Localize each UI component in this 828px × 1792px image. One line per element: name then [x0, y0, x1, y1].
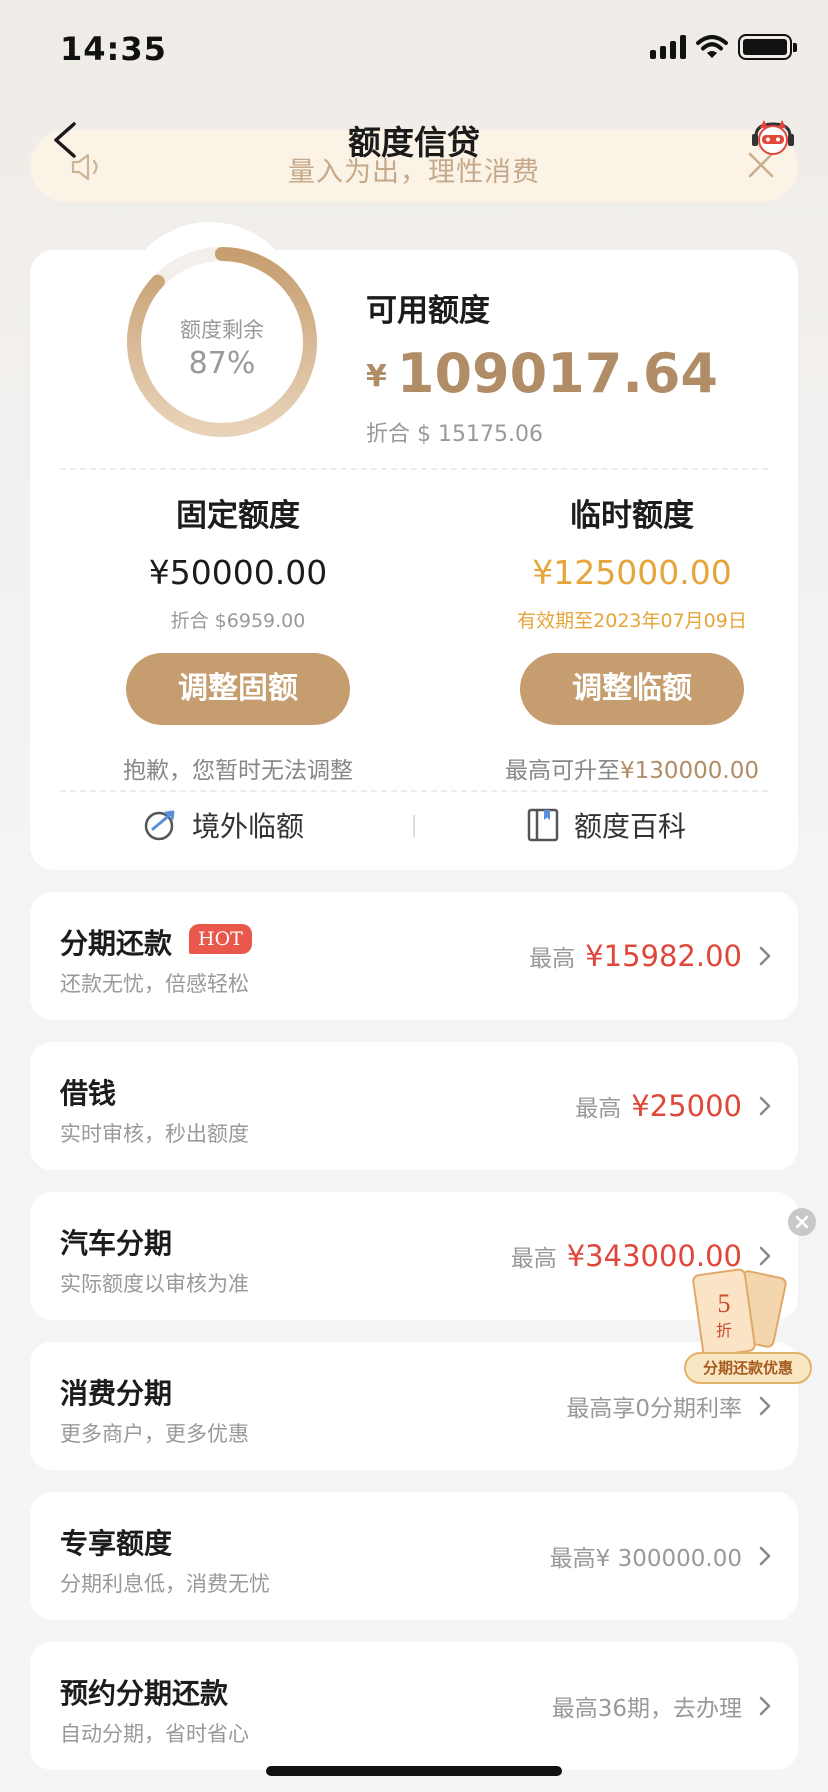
close-icon: [795, 1215, 809, 1229]
overseas-plane-icon: [144, 810, 175, 841]
scheduled-installment-row[interactable]: 预约分期还款 自动分期，省时省心 最高36期，去办理: [30, 1642, 798, 1770]
row-title: 专享额度: [60, 1527, 173, 1560]
cellular-signal-icon: [650, 35, 686, 59]
row-subtitle: 还款无忧，倍感轻松: [60, 972, 249, 996]
available-quota-title: 可用额度: [366, 293, 490, 329]
temp-quota-title: 临时额度: [570, 498, 694, 534]
row-title: 汽车分期: [60, 1227, 173, 1260]
links-separator: [413, 815, 415, 837]
row-value: 最高 ¥15982.00: [529, 939, 742, 973]
chevron-right-icon: [759, 946, 771, 966]
credit-quota-card: 额度剩余 87% 可用额度 ¥109017.64 折合 $ 15175.06 固…: [30, 222, 798, 870]
fixed-quota-column: 固定额度 ¥50000.00 折合 $6959.00 调整固额 抱歉，您暂时无法…: [98, 490, 378, 785]
exclusive-quota-row[interactable]: 专享额度 分期利息低，消费无忧 最高¥ 300000.00: [30, 1492, 798, 1620]
row-title: 分期还款: [60, 927, 173, 960]
overseas-temp-quota-label: 境外临额: [192, 810, 305, 843]
quota-wiki-link[interactable]: 额度百科: [526, 795, 686, 855]
overseas-temp-quota-link[interactable]: 境外临额: [142, 795, 304, 855]
coupon-number: 5: [718, 1289, 731, 1318]
fixed-quota-note: 抱歉，您暂时无法调整: [123, 758, 353, 784]
temp-quota-amount: ¥125000.00: [532, 553, 732, 592]
adjust-fixed-quota-button[interactable]: 调整固额: [126, 653, 350, 725]
promo-close-button[interactable]: [788, 1208, 816, 1236]
chevron-right-icon: [759, 1396, 771, 1416]
home-indicator: [266, 1766, 562, 1776]
quota-wiki-label: 额度百科: [574, 810, 687, 843]
available-usd-equivalent: 折合 $ 15175.06: [366, 422, 543, 447]
row-value: 最高36期，去办理: [551, 1696, 742, 1722]
adjust-temp-quota-button[interactable]: 调整临额: [520, 653, 744, 725]
available-quota-amount: ¥109017.64: [366, 342, 718, 405]
chevron-right-icon: [759, 1546, 771, 1566]
temp-quota-column: 临时额度 ¥125000.00 有效期至2023年07月09日 调整临额 最高可…: [492, 490, 772, 785]
row-subtitle: 自动分期，省时省心: [60, 1722, 249, 1746]
row-value: 最高 ¥25000: [575, 1089, 742, 1123]
ring-percent: 87%: [188, 346, 256, 381]
row-subtitle: 实际额度以审核为准: [60, 1272, 249, 1296]
coupon-unit: 折: [716, 1321, 732, 1340]
temp-quota-validity: 有效期至2023年07月09日: [517, 610, 747, 632]
available-currency: ¥: [366, 359, 387, 394]
ring-label: 额度剩余: [180, 318, 264, 342]
row-title: 借钱: [60, 1077, 117, 1110]
fixed-quota-usd: 折合 $6959.00: [170, 610, 306, 632]
installment-repayment-row[interactable]: 分期还款 HOT 还款无忧，倍感轻松 最高 ¥15982.00: [30, 892, 798, 1020]
divider: [60, 468, 768, 470]
row-subtitle: 分期利息低，消费无忧: [60, 1572, 270, 1596]
available-amount-value: 109017.64: [396, 342, 718, 405]
discount-coupon-icon: 5 折: [692, 1268, 787, 1358]
fixed-quota-amount: ¥50000.00: [148, 553, 328, 592]
battery-icon: [738, 34, 797, 60]
customer-service-mascot-icon[interactable]: [748, 118, 798, 158]
row-value: 最高¥ 300000.00: [549, 1546, 742, 1572]
status-bar: 14:35: [0, 0, 828, 100]
page-title: 额度信贷: [348, 123, 480, 162]
row-subtitle: 实时审核，秒出额度: [60, 1122, 249, 1146]
chevron-right-icon: [759, 1696, 771, 1716]
temp-quota-note: 最高可升至¥130000.00: [504, 758, 759, 784]
fixed-quota-title: 固定额度: [176, 498, 300, 534]
row-subtitle: 更多商户，更多优惠: [60, 1422, 249, 1446]
promo-label: 分期还款优惠: [684, 1352, 812, 1384]
book-icon: [527, 808, 559, 842]
installment-promo-float[interactable]: 5 折 分期还款优惠: [680, 1208, 824, 1388]
chevron-right-icon: [759, 1096, 771, 1116]
quota-links: 境外临额 额度百科: [30, 795, 798, 855]
row-title: 消费分期: [60, 1377, 173, 1410]
status-icons: [650, 34, 797, 60]
status-time: 14:35: [60, 30, 167, 68]
borrow-money-row[interactable]: 借钱 实时审核，秒出额度 最高 ¥25000: [30, 1042, 798, 1170]
wifi-icon: [696, 35, 728, 58]
row-title: 预约分期还款: [60, 1677, 229, 1710]
hot-badge: HOT: [189, 924, 252, 954]
divider: [60, 790, 768, 792]
